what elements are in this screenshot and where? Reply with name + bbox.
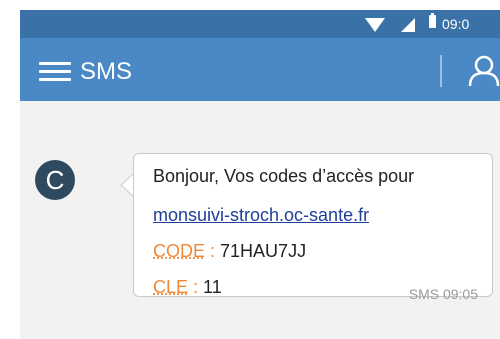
status-bar: 09:0 (20, 10, 500, 38)
cle-label: CLE (153, 277, 189, 297)
menu-icon[interactable] (39, 62, 71, 82)
code-separator: : (205, 241, 221, 261)
signal-icon (401, 18, 415, 32)
battery-icon (429, 13, 436, 28)
portal-link[interactable]: monsuivi-stroch.oc-sante.fr (153, 205, 369, 225)
cle-separator: : (188, 277, 204, 297)
message-meta: SMS 09:05 (408, 286, 478, 302)
app-bar-divider (440, 55, 442, 87)
app-bar: SMS (20, 38, 500, 101)
cle-value: 11 (203, 277, 222, 297)
phone-screen: 09:0 SMS C Bonjour, Vos codes d’accès po… (20, 10, 500, 339)
message-cle-line: CLE : 11 (153, 276, 222, 298)
status-time: 09:0 (442, 16, 470, 32)
code-value: 71HAU7JJ (220, 241, 307, 261)
message-link-line: monsuivi-stroch.oc-sante.fr (153, 204, 369, 226)
message-bubble: Bonjour, Vos codes d’accès pour monsuivi… (133, 153, 493, 302)
code-label: CODE (153, 241, 206, 261)
wifi-icon (365, 18, 385, 32)
message-code-line: CODE : 71HAU7JJ (153, 240, 306, 262)
app-title: SMS (80, 58, 133, 85)
message-greeting: Bonjour, Vos codes d’accès pour (153, 166, 415, 186)
user-icon[interactable] (467, 54, 500, 88)
contact-avatar[interactable]: C (35, 160, 75, 200)
